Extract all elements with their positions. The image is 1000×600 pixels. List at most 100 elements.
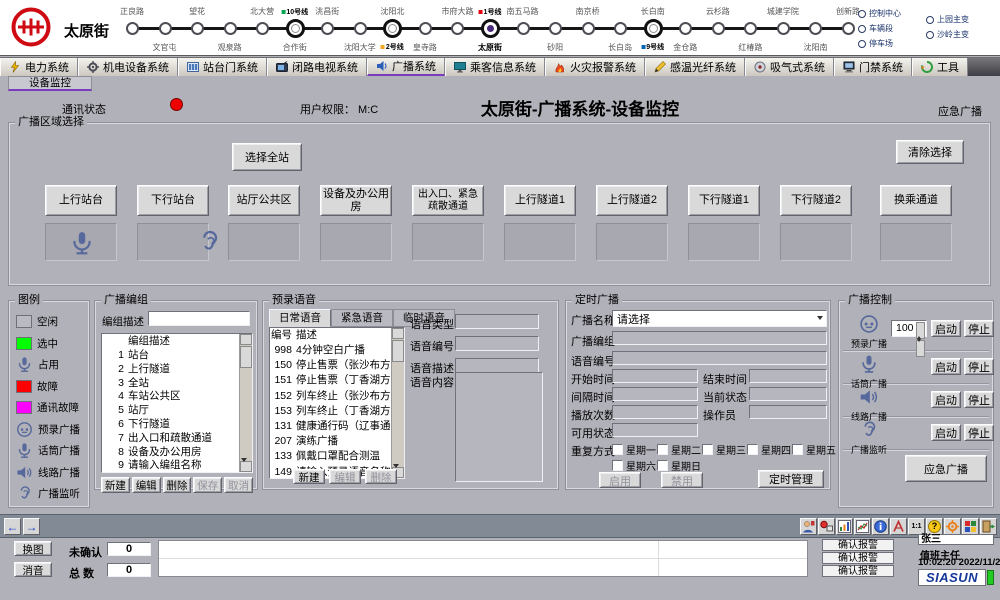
voice-row[interactable]: 150停止售票（张沙布方向） — [270, 358, 404, 373]
monitor-stop-button[interactable]: 停止 — [964, 424, 994, 441]
trend-curve-button[interactable] — [854, 518, 871, 535]
operator-button[interactable] — [800, 518, 817, 535]
group-list-scrollbar[interactable] — [239, 334, 252, 472]
ack-alarm-button[interactable]: 确认报警 — [822, 552, 894, 564]
col-num — [102, 334, 128, 349]
alarm-list[interactable] — [158, 540, 808, 577]
weekday-checkbox-mon[interactable]: 星期一 — [612, 442, 656, 457]
group-desc-input[interactable] — [148, 311, 250, 326]
group-row[interactable]: 8设备及办公用房 — [102, 446, 252, 460]
weekday-checkbox-wed[interactable]: 星期三 — [702, 442, 746, 457]
tab-platform-door-system[interactable]: 站台门系统 — [178, 58, 267, 76]
scroll-thumb[interactable] — [392, 340, 404, 362]
voice-list-scrollbar[interactable] — [391, 328, 404, 478]
line-start-button[interactable]: 启动 — [931, 391, 961, 408]
legend-item-mic-broadcast: 话筒广播 — [9, 440, 89, 462]
voice-row[interactable]: 133佩戴口罩配合测温 — [270, 449, 404, 464]
scroll-thumb[interactable] — [240, 346, 252, 368]
info-button[interactable] — [872, 518, 889, 535]
voice-new-button[interactable]: 新建 — [293, 469, 325, 484]
zone-button-down-platform[interactable]: 下行站台 — [137, 185, 209, 216]
zone-button-down-tunnel-2[interactable]: 下行隧道2 — [780, 185, 852, 216]
col-desc: 描述 — [296, 328, 404, 343]
weekday-checkbox-sun[interactable]: 星期日 — [657, 458, 701, 473]
tab-cctv-system[interactable]: 闭路电视系统 — [267, 58, 367, 76]
modules-button[interactable] — [962, 518, 979, 535]
group-row[interactable]: 3全站 — [102, 377, 252, 391]
prerecord-stop-button[interactable]: 停止 — [964, 320, 994, 337]
spinner-arrows[interactable] — [916, 322, 925, 335]
emergency-broadcast-link[interactable]: 应急广播 — [938, 103, 982, 119]
locate-button[interactable] — [890, 518, 907, 535]
voice-row[interactable]: 9984分钟空白广播 — [270, 343, 404, 358]
group-row[interactable]: 4车站公共区 — [102, 390, 252, 404]
mic-stop-button[interactable]: 停止 — [964, 358, 994, 375]
clear-selection-button[interactable]: 清除选择 — [896, 140, 964, 164]
voice-tab-daily[interactable]: 日常语音 — [269, 309, 331, 327]
group-edit-button[interactable]: 编辑 — [132, 477, 161, 493]
group-row[interactable]: 7出入口和疏散通道 — [102, 432, 252, 446]
voice-row-num: 131 — [270, 419, 296, 434]
zone-button-up-platform[interactable]: 上行站台 — [45, 185, 117, 216]
prerecord-start-button[interactable]: 启动 — [931, 320, 961, 337]
weekday-checkbox-thu[interactable]: 星期四 — [747, 442, 791, 457]
weekday-checkbox-fri[interactable]: 星期五 — [792, 442, 836, 457]
weekday-checkbox-tue[interactable]: 星期二 — [657, 442, 701, 457]
voice-row[interactable]: 152列车终止（张沙布方向） — [270, 389, 404, 404]
group-row[interactable]: 5站厅 — [102, 404, 252, 418]
group-row[interactable]: 6下行隧道 — [102, 418, 252, 432]
zone-button-exits[interactable]: 出入口、紧急疏散通道 — [412, 185, 484, 216]
tab-fire-alarm-system[interactable]: 火灾报警系统 — [545, 58, 645, 76]
scroll-up-icon[interactable] — [392, 328, 404, 339]
group-row[interactable]: 2上行隧道 — [102, 363, 252, 377]
line-stop-button[interactable]: 停止 — [964, 391, 994, 408]
voice-tab-emergency[interactable]: 紧急语音 — [331, 309, 393, 327]
weekday-checkbox-sat[interactable]: 星期六 — [612, 458, 656, 473]
zone-button-up-tunnel-2[interactable]: 上行隧道2 — [596, 185, 668, 216]
switch-view-button[interactable]: 换图 — [14, 541, 52, 556]
mute-button[interactable]: 消音 — [14, 562, 52, 577]
broadcast-name-select[interactable]: 请选择 — [612, 310, 827, 327]
exit-button[interactable] — [980, 518, 997, 535]
select-all-button[interactable]: 选择全站 — [232, 143, 302, 171]
tab-access-control-system[interactable]: 门禁系统 — [834, 58, 912, 76]
prev-page-button[interactable]: ← — [4, 518, 21, 535]
monitor-start-button[interactable]: 启动 — [931, 424, 961, 441]
zoom-one-to-one-button[interactable]: 1:1 — [908, 518, 925, 535]
tab-pis-system[interactable]: 乘客信息系统 — [445, 58, 545, 76]
zone-button-up-tunnel-1[interactable]: 上行隧道1 — [504, 185, 576, 216]
zone-button-transfer-passage[interactable]: 换乘通道 — [880, 185, 952, 216]
mic-start-button[interactable]: 启动 — [931, 358, 961, 375]
voice-row[interactable]: 151停止售票（丁香湖方向） — [270, 373, 404, 388]
alarm-view-button[interactable] — [818, 518, 835, 535]
group-row[interactable]: 9请输入编组名称 — [102, 459, 252, 473]
volume-spinner[interactable]: 100 — [891, 320, 927, 337]
scroll-up-icon[interactable] — [240, 334, 252, 345]
spin-up-icon[interactable] — [916, 322, 925, 339]
subtab-device-monitoring[interactable]: 设备监控 — [8, 76, 92, 91]
group-row[interactable]: 1站台 — [102, 349, 252, 363]
zone-button-down-tunnel-1[interactable]: 下行隧道1 — [688, 185, 760, 216]
bar-report-button[interactable] — [836, 518, 853, 535]
timer-manage-button[interactable]: 定时管理 — [758, 470, 824, 488]
voice-row[interactable]: 131健康通行码（辽事通） — [270, 419, 404, 434]
group-delete-button[interactable]: 删除 — [163, 477, 192, 493]
tab-tools[interactable]: 工具 — [912, 58, 968, 76]
next-page-button[interactable]: → — [23, 518, 40, 535]
voice-row[interactable]: 153列车终止（丁香湖方向） — [270, 404, 404, 419]
tab-mech-equipment-system[interactable]: 机电设备系统 — [78, 58, 178, 76]
settings-button[interactable] — [944, 518, 961, 535]
scroll-down-icon[interactable] — [240, 461, 252, 472]
tab-aspirating-system[interactable]: 吸气式系统 — [745, 58, 834, 76]
tab-pa-system[interactable]: 广播系统 — [367, 58, 445, 76]
ack-alarm-button[interactable]: 确认报警 — [822, 539, 894, 551]
help-button[interactable]: ? — [926, 518, 943, 535]
emergency-broadcast-button[interactable]: 应急广播 — [905, 455, 987, 482]
tab-power-system[interactable]: 电力系统 — [0, 58, 78, 76]
zone-button-equipment-rooms[interactable]: 设备及办公用房 — [320, 185, 392, 216]
tab-fiber-s​ensing-system[interactable]: 感温光纤系统 — [645, 58, 745, 76]
group-new-button[interactable]: 新建 — [101, 477, 130, 493]
voice-row[interactable]: 207演练广播 — [270, 434, 404, 449]
ack-alarm-button[interactable]: 确认报警 — [822, 565, 894, 577]
zone-button-concourse[interactable]: 站厅公共区 — [228, 185, 300, 216]
